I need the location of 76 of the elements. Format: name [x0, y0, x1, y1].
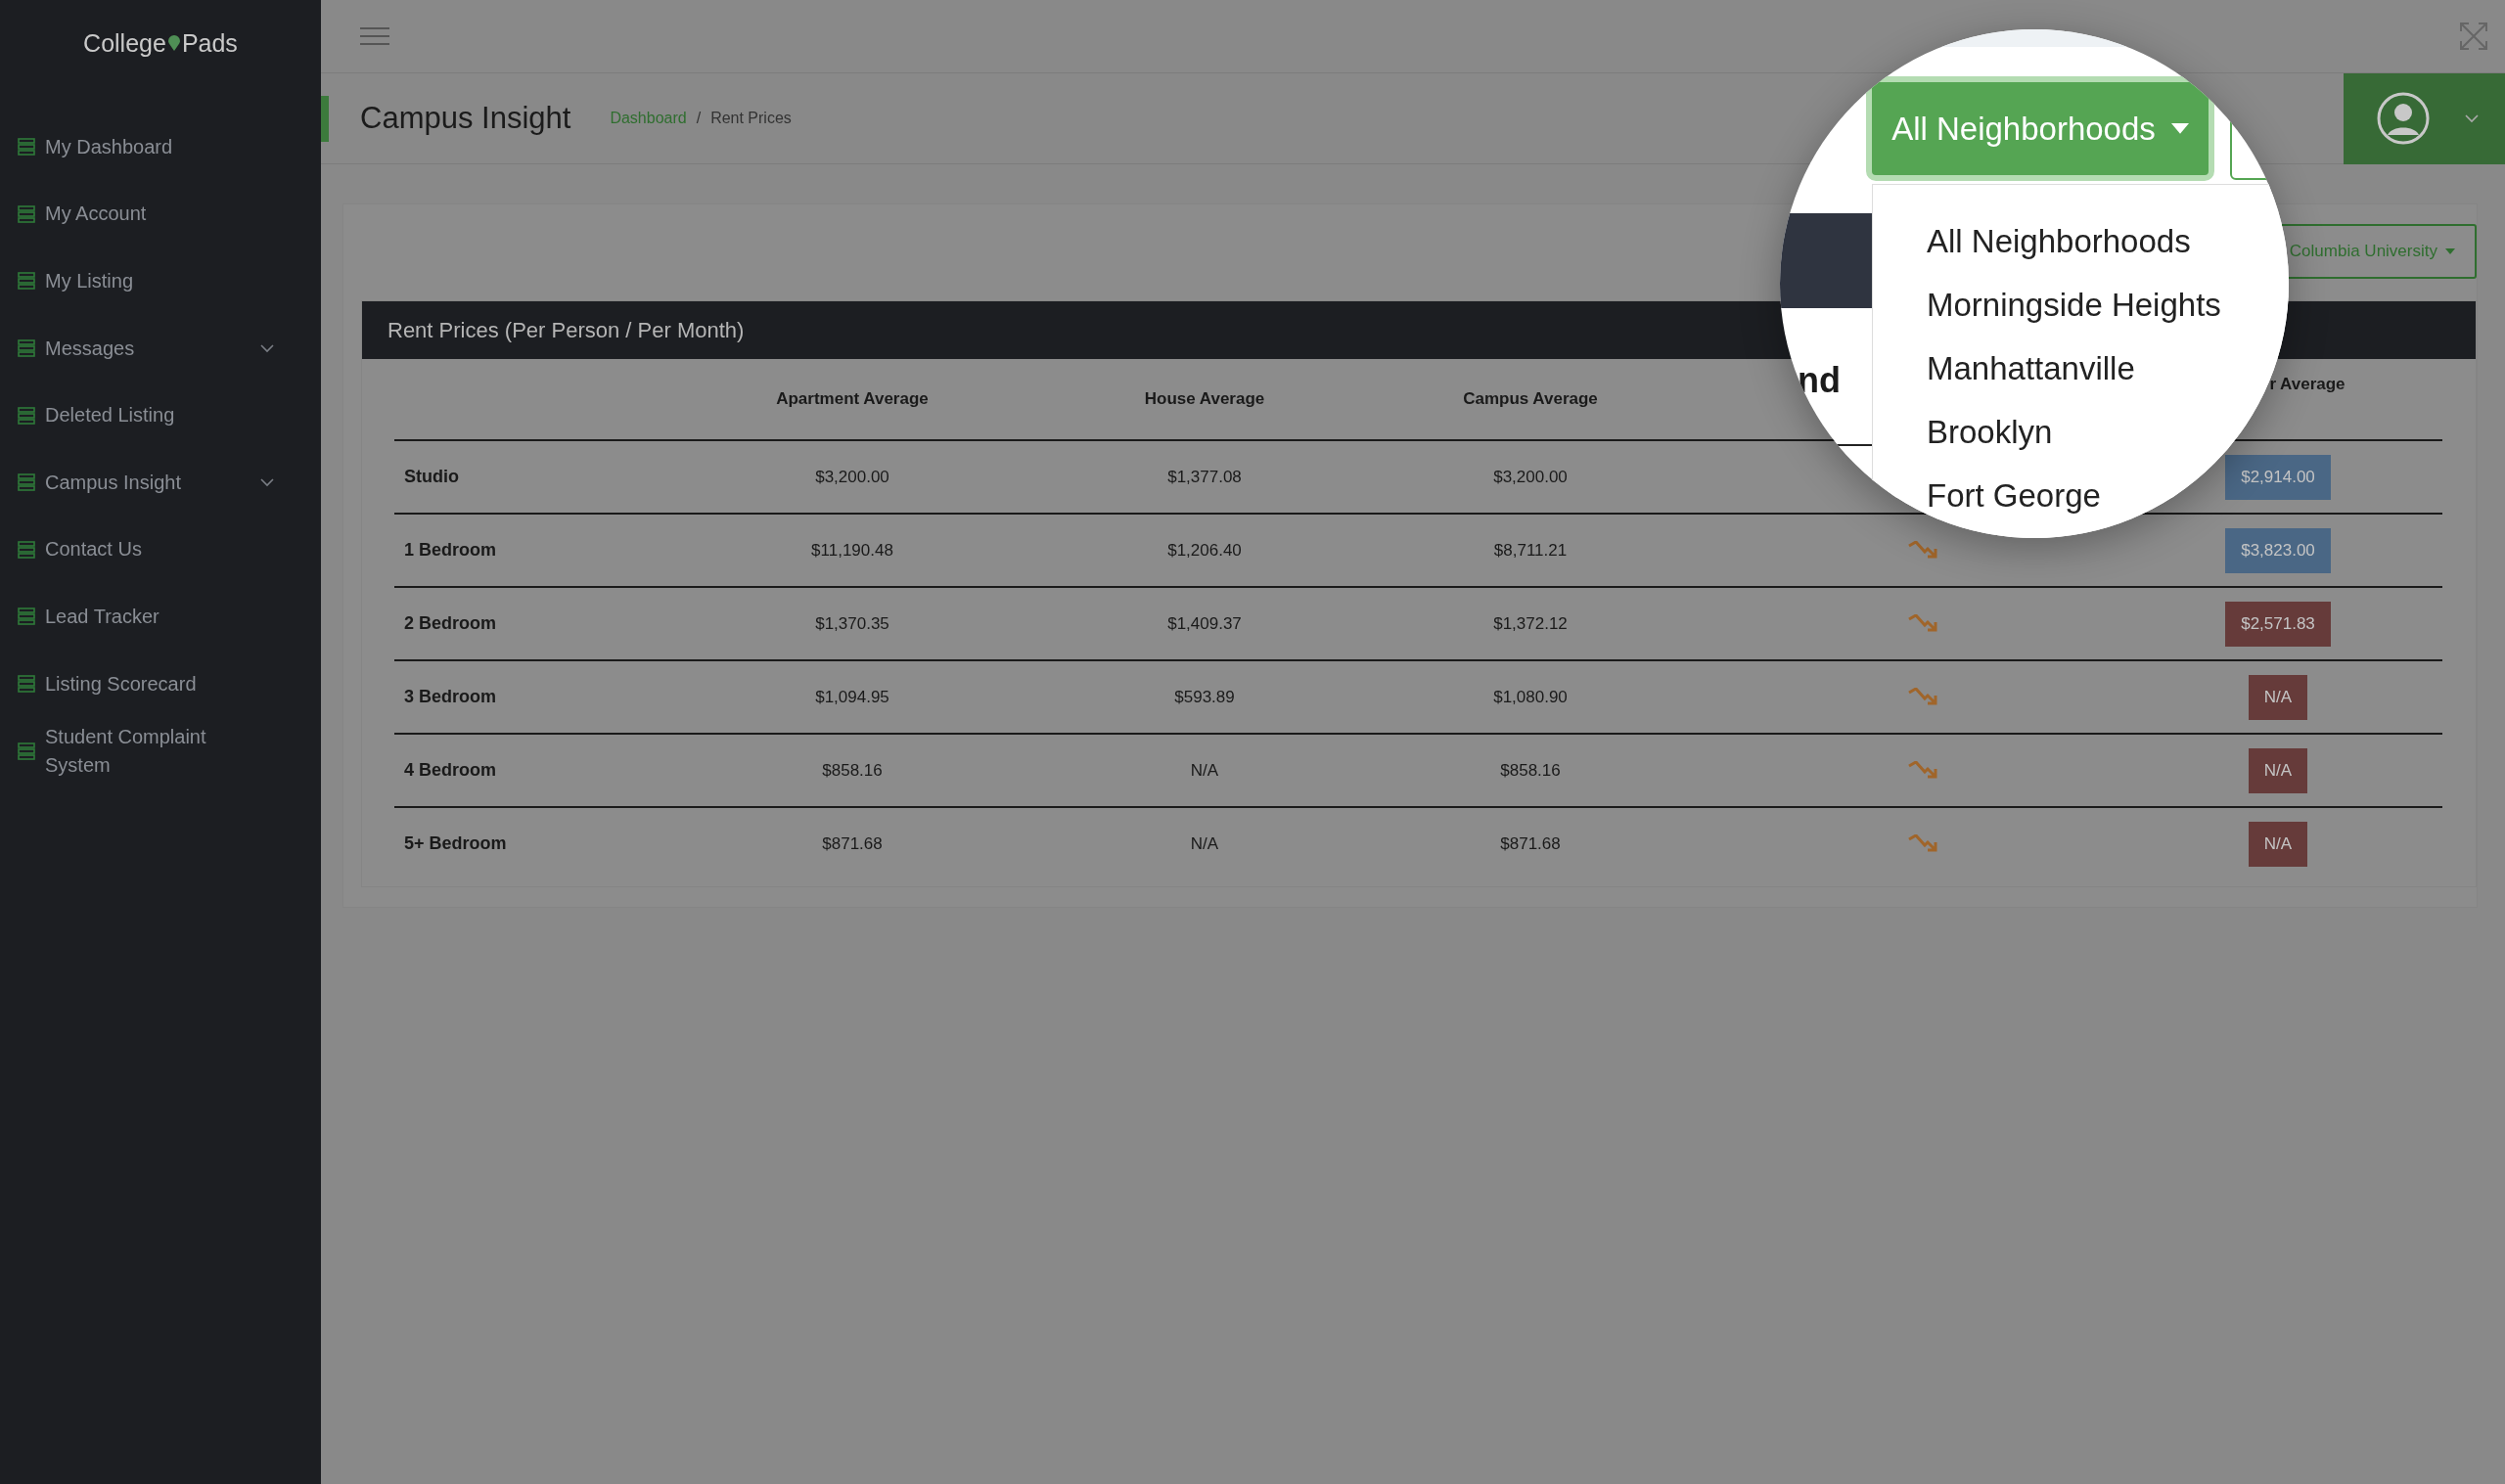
chevron-down-icon	[2465, 113, 2479, 123]
user-menu[interactable]	[2344, 72, 2505, 164]
price-badge: N/A	[2248, 674, 2308, 720]
column-header: r Average	[2269, 375, 2346, 394]
sidebar-item[interactable]: Contact Us	[0, 516, 321, 584]
table-cell: $858.16	[1500, 760, 1561, 781]
menu-icon[interactable]	[360, 26, 389, 46]
dropdown-item[interactable]: Brooklyn	[1873, 400, 2063, 465]
caret-icon	[2170, 123, 2189, 134]
chevron-down-icon	[260, 343, 274, 353]
dropdown-item[interactable]: Fort George	[1873, 464, 2111, 527]
column-header: Apartment Average	[776, 389, 929, 409]
page-title: Campus Insight	[360, 101, 571, 136]
table-cell: $593.89	[1174, 687, 1235, 707]
sidebar-item[interactable]: Deleted Listing	[0, 382, 321, 449]
row-label: 3 Bedroom	[403, 687, 498, 707]
table-cell: $1,094.95	[815, 687, 889, 707]
price-badge: N/A	[2248, 821, 2308, 867]
sidebar-item[interactable]: My Listing	[0, 247, 321, 315]
list-icon	[18, 406, 35, 425]
table-cell: $1,377.08	[1167, 467, 1242, 487]
column-header: Campus Average	[1463, 389, 1598, 409]
column-header: nd	[1798, 360, 1841, 401]
table-cell: $1,370.35	[815, 613, 889, 634]
row-label: 4 Bedroom	[403, 760, 498, 781]
table-cell: $3,200.00	[815, 467, 889, 487]
row-label: Studio	[403, 467, 460, 487]
price-badge: N/A	[2248, 747, 2308, 793]
list-icon	[18, 742, 35, 760]
price-badge: $2,571.83	[2225, 601, 2331, 647]
row-label: 5+ Bedroom	[403, 833, 508, 854]
table-cell: N/A	[1190, 760, 1219, 781]
active-indicator	[321, 95, 329, 142]
breadcrumb-separator: /	[696, 110, 702, 127]
user-avatar-icon	[2377, 92, 2430, 145]
map-pin-icon	[167, 35, 180, 51]
list-icon	[18, 473, 35, 492]
sidebar-item[interactable]: Campus Insight	[0, 448, 321, 517]
breadcrumb-current: Rent Prices	[710, 110, 792, 127]
row-label: 2 Bedroom	[403, 613, 498, 634]
table-cell: $8,711.21	[1493, 540, 1568, 561]
table-cell: $3,200.00	[1493, 467, 1568, 487]
table-cell: $858.16	[822, 760, 883, 781]
list-icon	[18, 540, 35, 559]
list-icon	[18, 272, 35, 291]
table-cell: $11,190.48	[811, 540, 893, 561]
sidebar-item[interactable]: Lead Tracker	[0, 583, 321, 651]
table-cell: $871.68	[1500, 833, 1561, 854]
list-icon	[18, 339, 35, 358]
list-icon	[18, 204, 35, 223]
sidebar-item[interactable]: Messages	[0, 314, 321, 382]
table-cell: $1,080.90	[1493, 687, 1568, 707]
list-icon	[18, 675, 35, 694]
dropdown-item[interactable]: Manhattanville	[1873, 337, 2145, 401]
list-icon	[18, 607, 35, 626]
table-cell: $1,409.37	[1167, 613, 1242, 634]
table-title: Rent Prices (Per Person / Per Month)	[387, 317, 745, 343]
table-cell: $1,206.40	[1167, 540, 1242, 561]
row-label: 1 Bedroom	[403, 540, 498, 561]
list-icon	[18, 138, 35, 157]
caret-icon	[2445, 248, 2455, 254]
table-cell: $871.68	[822, 833, 883, 854]
table-cell: N/A	[1190, 833, 1219, 854]
neighborhood-dropdown[interactable]: All Neighborhoods	[1866, 76, 2214, 181]
price-badge: $2,914.00	[2225, 454, 2331, 500]
table-cell: $1,372.12	[1493, 613, 1568, 634]
price-badge: $3,823.00	[2225, 527, 2331, 573]
dropdown-item[interactable]: All Neighborhoods	[1873, 210, 2201, 274]
logo-text: College	[83, 28, 166, 58]
sidebar-item[interactable]: My Account	[0, 180, 321, 248]
logo-text: Pads	[181, 28, 238, 58]
sidebar-item[interactable]: My Dashboard	[0, 113, 321, 181]
sidebar-item[interactable]: Student Complaint System	[0, 717, 321, 785]
column-header: House Average	[1144, 389, 1265, 409]
sidebar-item[interactable]: Listing Scorecard	[0, 650, 321, 718]
chevron-down-icon	[260, 477, 274, 487]
